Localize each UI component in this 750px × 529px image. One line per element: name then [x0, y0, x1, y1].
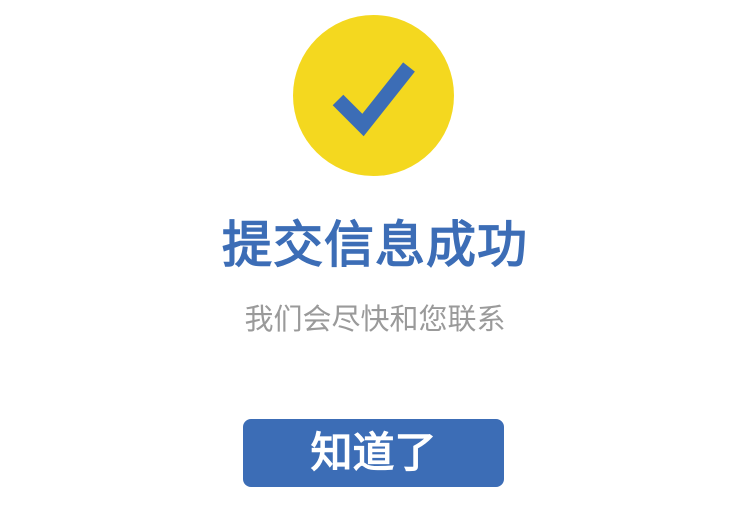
success-badge	[293, 15, 454, 176]
checkmark-icon	[332, 62, 415, 137]
success-message: 我们会尽快和您联系	[244, 302, 506, 336]
got-it-button[interactable]: 知道了	[243, 419, 504, 487]
success-title: 提交信息成功	[222, 216, 528, 274]
success-dialog: 提交信息成功 我们会尽快和您联系 知道了	[0, 0, 750, 529]
